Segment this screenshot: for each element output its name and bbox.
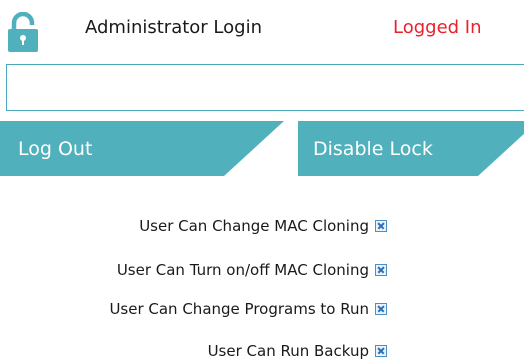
permission-row: User Can Turn on/off MAC Cloning xyxy=(117,261,387,279)
permission-label: User Can Turn on/off MAC Cloning xyxy=(116,261,369,279)
page-title: Administrator Login xyxy=(85,17,262,38)
permission-checkbox[interactable] xyxy=(375,220,387,232)
permission-row: User Can Change Programs to Run xyxy=(109,300,387,318)
permission-row: User Can Change MAC Cloning xyxy=(139,217,387,235)
permission-checkbox[interactable] xyxy=(375,303,387,315)
permission-checkbox[interactable] xyxy=(375,264,387,276)
password-input[interactable] xyxy=(6,64,524,111)
permission-row: User Can Run Backup xyxy=(208,342,387,360)
login-status: Logged In xyxy=(393,17,482,38)
permission-checkbox[interactable] xyxy=(375,345,387,357)
permission-label: User Can Change MAC Cloning xyxy=(139,217,369,235)
disable-lock-button[interactable]: Disable Lock xyxy=(298,121,524,176)
permission-label: User Can Change Programs to Run xyxy=(109,300,369,318)
lock-open-icon xyxy=(8,12,38,52)
log-out-button[interactable]: Log Out xyxy=(0,121,284,176)
disable-lock-label: Disable Lock xyxy=(313,137,433,160)
permission-label: User Can Run Backup xyxy=(207,342,369,360)
log-out-label: Log Out xyxy=(18,137,93,160)
